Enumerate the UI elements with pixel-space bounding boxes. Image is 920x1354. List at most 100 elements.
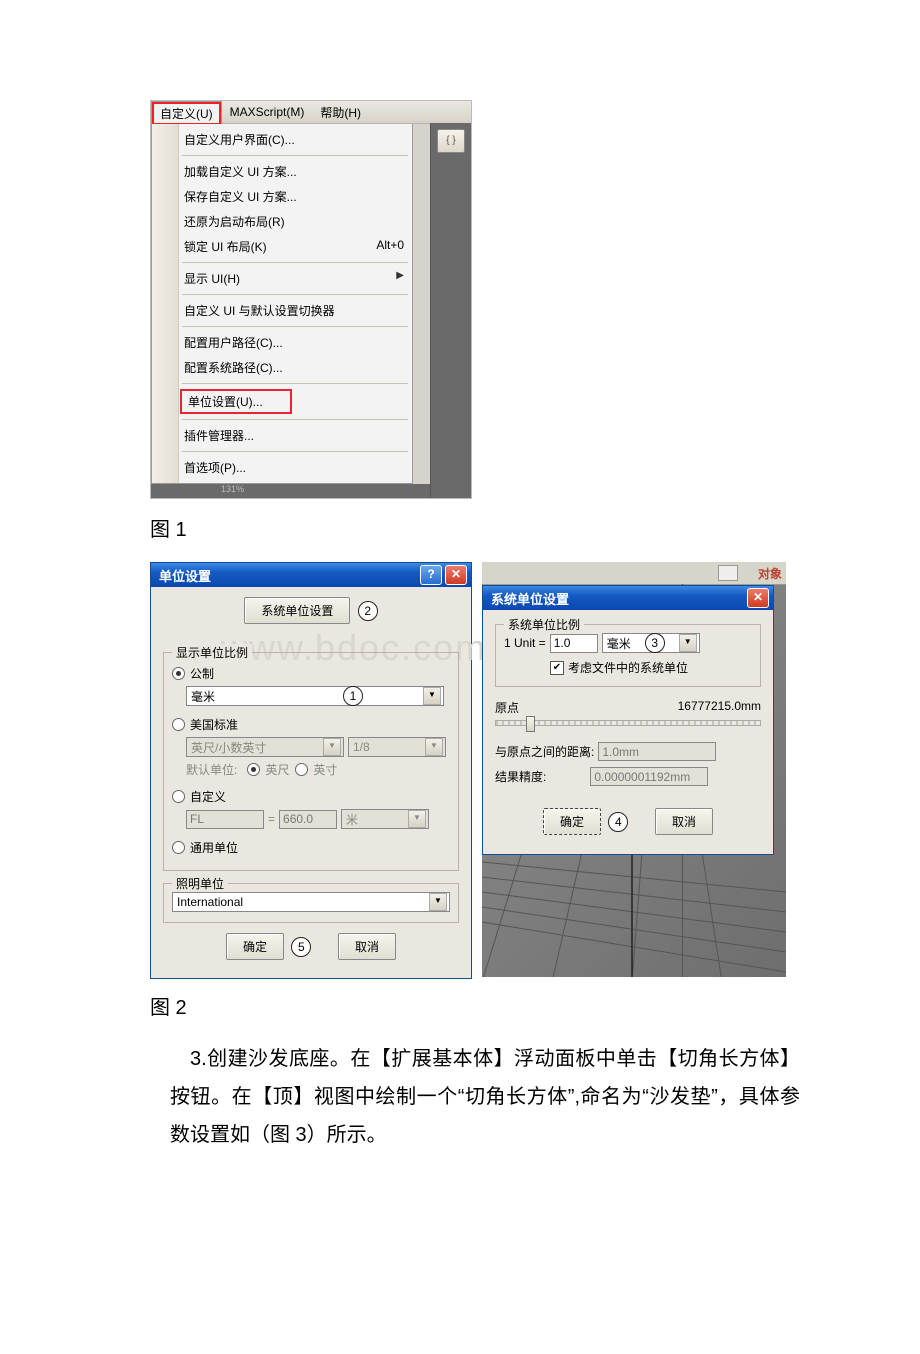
body-paragraph: 3.创建沙发底座。在【扩展基本体】浮动面板中单击【切角长方体】按钮。在【顶】视图… xyxy=(150,1040,800,1154)
system-unit-scale-legend: 系统单位比例 xyxy=(504,616,584,633)
zoom-readout: 131% xyxy=(221,484,244,494)
figure2-caption: 图 2 xyxy=(150,991,800,1020)
origin-value: 16777215.0mm xyxy=(678,699,761,716)
custom-eq-label: = xyxy=(268,812,275,826)
units-setup-dialog: 单位设置 ? ✕ www.bdoc.com 系统单位设置 2 显示单位比例 xyxy=(150,562,472,979)
radio-custom[interactable] xyxy=(172,790,185,803)
distance-value: 1.0mm xyxy=(598,742,716,761)
respect-file-units-checkbox[interactable]: ✔ xyxy=(550,661,564,675)
radio-metric[interactable] xyxy=(172,667,185,680)
menu-revert-layout[interactable]: 还原为启动布局(R) xyxy=(152,209,412,234)
accuracy-label: 结果精度: xyxy=(495,768,546,785)
radio-inch-label: 英寸 xyxy=(313,761,337,778)
accuracy-value: 0.0000001192mm xyxy=(590,767,708,786)
menu-system-paths[interactable]: 配置系统路径(C)... xyxy=(152,355,412,380)
menu-lock-layout-shortcut: Alt+0 xyxy=(376,238,404,255)
menu-revert-layout-label: 还原为启动布局(R) xyxy=(184,213,285,230)
slider-thumb[interactable] xyxy=(526,716,535,732)
menu-plugin-manager-label: 插件管理器... xyxy=(184,427,254,444)
chevron-down-icon: ▼ xyxy=(323,738,341,756)
menu-save-scheme-label: 保存自定义 UI 方案... xyxy=(184,188,297,205)
script-listener-glyph: { } xyxy=(446,135,455,146)
menu-lock-layout[interactable]: 锁定 UI 布局(K) Alt+0 xyxy=(152,234,412,259)
cancel-button[interactable]: 取消 xyxy=(655,808,713,835)
help-icon[interactable]: ? xyxy=(420,565,442,585)
units-setup-titlebar[interactable]: 单位设置 ? ✕ xyxy=(151,563,471,587)
menu-switcher[interactable]: 自定义 UI 与默认设置切换器 xyxy=(152,298,412,323)
radio-generic[interactable] xyxy=(172,841,185,854)
menu-customize-ui[interactable]: 自定义用户界面(C)... xyxy=(152,127,412,152)
menu-lock-layout-label: 锁定 UI 布局(K) xyxy=(184,238,267,255)
radio-us-label: 美国标准 xyxy=(190,716,238,733)
us-fraction-value: 1/8 xyxy=(353,740,370,754)
radio-us[interactable] xyxy=(172,718,185,731)
menu-switcher-label: 自定义 UI 与默认设置切换器 xyxy=(184,302,335,319)
menubar-help[interactable]: 帮助(H) xyxy=(312,101,369,124)
right-toolbar: { } xyxy=(430,123,471,498)
us-fraction-select: 1/8 ▼ xyxy=(348,737,446,757)
display-unit-scale-legend: 显示单位比例 xyxy=(172,644,252,661)
lighting-unit-select[interactable]: International ▼ xyxy=(172,892,450,912)
unit-value-input[interactable]: 1.0 xyxy=(550,634,598,653)
minimize-icon[interactable] xyxy=(718,565,738,581)
menu-load-scheme[interactable]: 加载自定义 UI 方案... xyxy=(152,159,412,184)
system-unit-select[interactable]: 毫米 3 ▼ xyxy=(602,633,700,653)
figure1-caption: 图 1 xyxy=(150,513,800,542)
callout-5: 5 xyxy=(291,937,311,957)
callout-3: 3 xyxy=(645,633,665,653)
chevron-down-icon[interactable]: ▼ xyxy=(429,893,447,911)
script-listener-icon[interactable]: { } xyxy=(437,129,465,153)
system-unit-scale-group: 系统单位比例 1 Unit = 1.0 毫米 3 ▼ ✔ xyxy=(495,624,761,687)
menu-preferences-label: 首选项(P)... xyxy=(184,459,246,476)
ok-button[interactable]: 确定 xyxy=(543,808,601,835)
metric-unit-select[interactable]: 毫米 1 ▼ xyxy=(186,686,444,706)
customize-dropdown: 自定义用户界面(C)... 加载自定义 UI 方案... 保存自定义 UI 方案… xyxy=(151,124,413,484)
menu-show-ui-label: 显示 UI(H) xyxy=(184,270,240,287)
menu-user-paths[interactable]: 配置用户路径(C)... xyxy=(152,330,412,355)
menu-preferences[interactable]: 首选项(P)... xyxy=(152,455,412,480)
menu-customize-ui-label: 自定义用户界面(C)... xyxy=(184,131,295,148)
close-icon[interactable]: ✕ xyxy=(747,588,769,608)
statusbar: 131% xyxy=(151,484,471,498)
menu-plugin-manager[interactable]: 插件管理器... xyxy=(152,423,412,448)
callout-2: 2 xyxy=(358,601,378,621)
radio-custom-label: 自定义 xyxy=(190,788,226,805)
lighting-units-legend: 照明单位 xyxy=(172,875,228,892)
radio-generic-label: 通用单位 xyxy=(190,839,238,856)
submenu-arrow-icon: ▶ xyxy=(396,270,404,287)
system-unit-value: 毫米 xyxy=(607,635,631,652)
viewport-title: 对象 xyxy=(758,565,782,582)
units-setup-title: 单位设置 xyxy=(159,566,211,585)
system-unit-titlebar[interactable]: 系统单位设置 ✕ xyxy=(483,586,773,610)
system-unit-title: 系统单位设置 xyxy=(491,589,569,608)
close-icon[interactable]: ✕ xyxy=(445,565,467,585)
callout-1: 1 xyxy=(343,686,363,706)
cancel-button[interactable]: 取消 xyxy=(338,933,396,960)
menu-user-paths-label: 配置用户路径(C)... xyxy=(184,334,283,351)
menu-system-paths-label: 配置系统路径(C)... xyxy=(184,359,283,376)
ok-button[interactable]: 确定 xyxy=(226,933,284,960)
origin-slider[interactable] xyxy=(495,720,761,726)
callout-4: 4 xyxy=(608,812,628,832)
custom-value-input: 660.0 xyxy=(279,810,337,829)
menu-units-setup[interactable]: 单位设置(U)... xyxy=(180,389,292,414)
chevron-down-icon[interactable]: ▼ xyxy=(679,634,697,652)
menu-save-scheme[interactable]: 保存自定义 UI 方案... xyxy=(152,184,412,209)
menubar-customize[interactable]: 自定义(U) xyxy=(151,101,222,126)
distance-label: 与原点之间的距离: xyxy=(495,743,594,760)
us-unit-value: 英尺/小数英寸 xyxy=(191,739,266,756)
screenshot-dialogs: 对象 xyxy=(150,562,786,977)
respect-file-units-label: 考虑文件中的系统单位 xyxy=(568,659,688,676)
custom-prefix-input: FL xyxy=(186,810,264,829)
perspective-grid xyxy=(482,852,786,977)
lighting-units-group: 照明单位 International ▼ xyxy=(163,883,459,923)
system-unit-setup-dialog: 系统单位设置 ✕ 系统单位比例 1 Unit = 1.0 毫米 3 xyxy=(482,585,774,855)
custom-unit-select: 米 ▼ xyxy=(341,809,429,829)
menu-show-ui[interactable]: 显示 UI(H) ▶ xyxy=(152,266,412,291)
unit-eq-label: 1 Unit = xyxy=(504,636,546,650)
custom-unit-value: 米 xyxy=(346,811,358,828)
radio-metric-label: 公制 xyxy=(190,665,214,682)
chevron-down-icon[interactable]: ▼ xyxy=(423,687,441,705)
system-unit-setup-button[interactable]: 系统单位设置 xyxy=(244,597,350,624)
menubar-maxscript[interactable]: MAXScript(M) xyxy=(222,102,313,122)
